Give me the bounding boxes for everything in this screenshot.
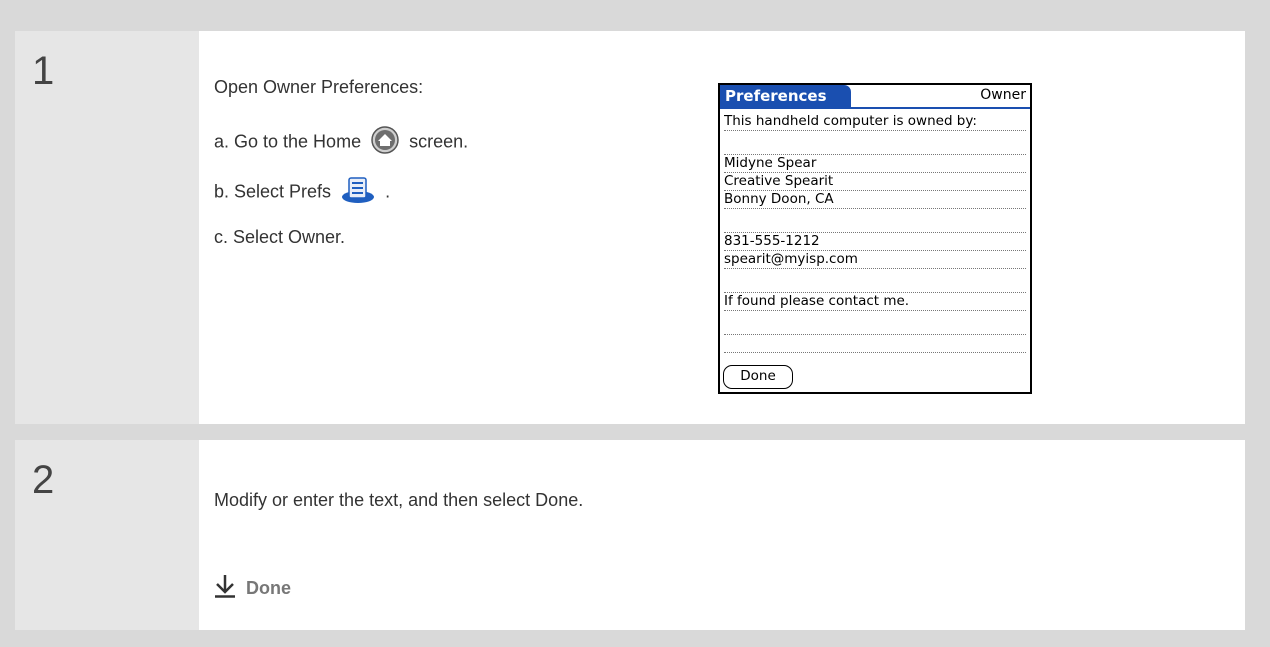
instruction-c: c. Select Owner. [214,227,346,247]
owner-line[interactable] [724,316,1026,335]
palm-title-bar: Preferences Owner [720,85,1030,109]
owner-line[interactable]: Midyne Spear [724,154,1026,173]
palm-category: Owner [980,87,1026,103]
owner-line[interactable]: This handheld computer is owned by: [724,112,1026,131]
down-arrow-icon [214,574,236,603]
owner-preferences-screen: Preferences Owner This handheld computer… [718,83,1032,394]
owner-line[interactable] [724,214,1026,233]
instruction-b: b. Select Prefs . [214,175,390,210]
owner-line[interactable] [724,334,1026,353]
owner-line[interactable] [724,274,1026,293]
owner-line[interactable]: Bonny Doon, CA [724,190,1026,209]
owner-line[interactable]: 831-555-1212 [724,232,1026,251]
done-link-label: Done [246,578,291,598]
step-text: Modify or enter the text, and then selec… [214,490,584,510]
home-icon [370,125,400,160]
owner-line[interactable] [724,136,1026,155]
done-button[interactable]: Done [723,365,793,389]
instruction-a: a. Go to the Home screen. [214,125,468,160]
prefs-icon [340,175,376,210]
step-number: 1 [15,31,199,424]
owner-line[interactable]: If found please contact me. [724,292,1026,311]
palm-title: Preferences [720,85,851,107]
step-intro: Open Owner Preferences: [214,77,424,97]
step-2: 2 Modify or enter the text, and then sel… [15,440,1245,630]
step-number: 2 [15,440,199,630]
owner-line[interactable]: Creative Spearit [724,172,1026,191]
done-link[interactable]: Done [214,574,291,603]
step-content: Open Owner Preferences: a. Go to the Hom… [199,31,1245,424]
owner-line[interactable]: spearit@myisp.com [724,250,1026,269]
step-content: Modify or enter the text, and then selec… [199,440,1245,630]
step-1: 1 Open Owner Preferences: a. Go to the H… [15,31,1245,424]
